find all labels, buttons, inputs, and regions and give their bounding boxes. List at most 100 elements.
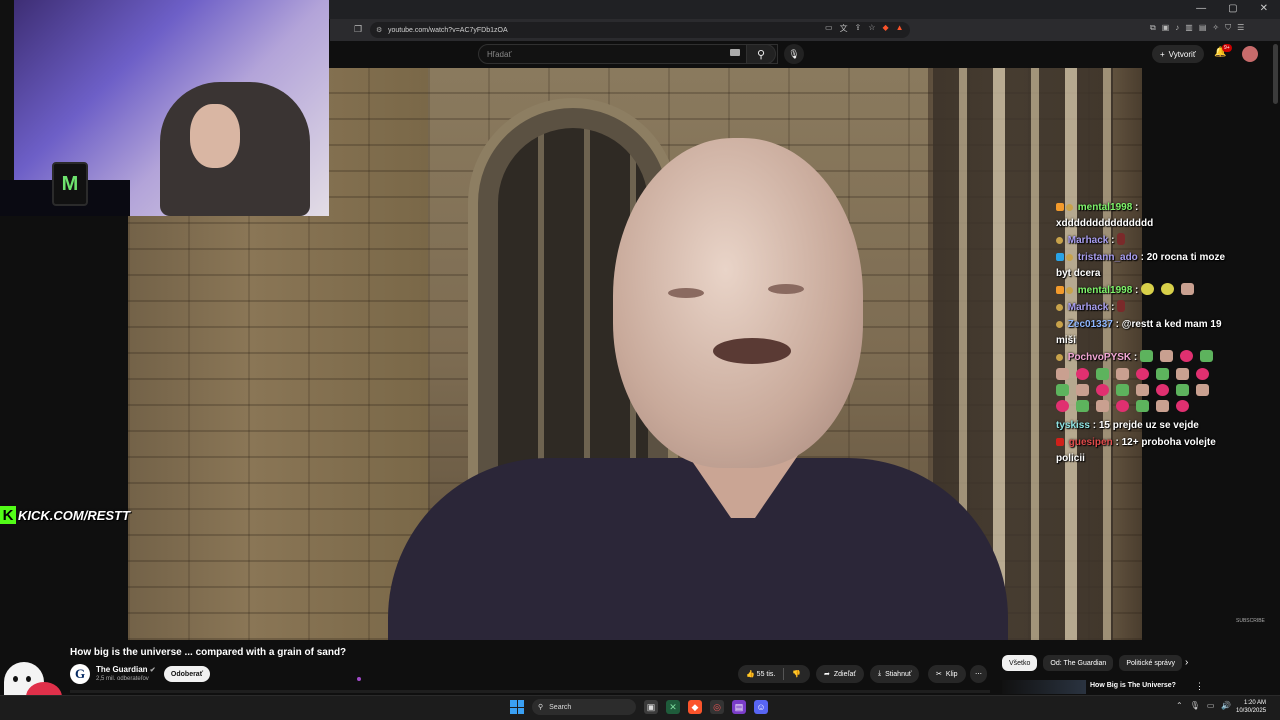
extension-icon[interactable]: ▣ xyxy=(1162,23,1170,33)
thumbs-down-icon: 👎 xyxy=(792,671,802,678)
subscribe-button[interactable]: Odoberať xyxy=(164,666,210,682)
emote-icon xyxy=(1116,384,1129,396)
maximize-button[interactable]: ▢ xyxy=(1228,3,1237,14)
twitch-icon[interactable]: ▤ xyxy=(732,700,746,714)
taskbar-clock[interactable]: 1:20 AM 10/30/2025 xyxy=(1236,699,1266,715)
chat-message: Zec01337 : @restt a ked mam 19 miši xyxy=(1056,319,1222,346)
chat-username: Zec01337 xyxy=(1067,319,1113,330)
keyboard-icon[interactable] xyxy=(730,49,740,56)
taskbar-search[interactable]: ⚲ Search xyxy=(532,699,636,715)
recommendation-menu-icon[interactable]: ⋮ xyxy=(1195,681,1204,692)
close-button[interactable]: ✕ xyxy=(1260,3,1268,14)
stream-left-pane xyxy=(0,216,128,640)
channel-name[interactable]: The Guardian ✔ xyxy=(96,665,156,674)
voice-search-button[interactable]: 🎙 xyxy=(784,44,804,64)
like-button[interactable]: 👍 55 tis. xyxy=(746,670,775,678)
dislike-button[interactable]: 👎 xyxy=(792,670,801,678)
share-icon[interactable]: ⇪ xyxy=(855,23,862,34)
monster-logo-icon: M xyxy=(52,162,88,206)
search-button[interactable]: ⚲ xyxy=(746,44,776,64)
channel-name-text: The Guardian xyxy=(96,665,148,674)
more-actions-button[interactable]: ⋯ xyxy=(970,665,987,683)
brave-shields-icon[interactable]: ◆ xyxy=(882,23,888,34)
microphone-icon: 🎙 xyxy=(788,48,800,59)
filter-chip-all[interactable]: Všetko xyxy=(1002,655,1038,671)
chevron-right-icon[interactable]: › xyxy=(1185,657,1188,668)
chat-username: Marhack xyxy=(1067,235,1109,246)
download-button[interactable]: ⤓ Stiahnuť xyxy=(870,665,920,683)
chevron-up-icon[interactable]: ⌃ xyxy=(1176,701,1183,710)
network-icon[interactable]: ▭ xyxy=(1207,701,1215,710)
volume-icon[interactable]: 🔊 xyxy=(1221,701,1231,710)
discord-icon[interactable]: ☺ xyxy=(754,700,768,714)
chat-badge-icon xyxy=(1066,204,1073,211)
site-info-icon[interactable]: ⚙ xyxy=(376,26,382,34)
minimize-button[interactable]: — xyxy=(1196,3,1206,14)
brave-browser-icon[interactable]: ◆ xyxy=(688,700,702,714)
chat-badge-icon xyxy=(1056,304,1063,311)
search-icon: ⚲ xyxy=(756,48,766,61)
cast-icon[interactable]: ▭ xyxy=(825,23,833,34)
windows-start-icon[interactable] xyxy=(510,700,524,714)
brave-rewards-icon[interactable]: ▲ xyxy=(896,23,904,34)
emote-icon xyxy=(1096,368,1109,380)
extension-icon[interactable]: ⧉ xyxy=(1150,23,1156,33)
recommendation-title[interactable]: How Big is The Universe? xyxy=(1090,682,1176,689)
menu-icon[interactable]: ☰ xyxy=(1237,23,1244,33)
app-icon[interactable]: ◎ xyxy=(710,700,724,714)
chat-message: mental1998 : xyxy=(1056,283,1226,299)
chat-message: PochvoPYSK : xyxy=(1056,350,1226,416)
emote-icon xyxy=(1136,368,1149,380)
microphone-icon[interactable]: 🎙 xyxy=(1190,701,1200,710)
chat-badge-icon xyxy=(1056,253,1064,261)
search-icon: ⚲ xyxy=(538,704,544,711)
leo-icon[interactable]: ✧ xyxy=(1212,23,1219,33)
window-controls: — ▢ ✕ xyxy=(1196,3,1268,14)
url-text: youtube.com/watch?v=AC7yFDb1zOA xyxy=(388,26,508,34)
clip-label: Klip xyxy=(945,670,958,678)
share-button[interactable]: ➦ Zdieľať xyxy=(816,665,865,683)
chat-badge-icon xyxy=(1056,438,1064,446)
horizontal-scrollbar[interactable] xyxy=(70,690,990,693)
chat-username: Marhack xyxy=(1067,302,1109,313)
verified-check-icon: ✔ xyxy=(149,667,156,674)
xbox-icon[interactable]: ✕ xyxy=(666,700,680,714)
bookmark-icon[interactable]: ❐ xyxy=(354,24,362,35)
wallet-icon[interactable]: ▤ xyxy=(1199,23,1207,33)
vpn-icon[interactable]: ⛉ xyxy=(1225,23,1231,33)
account-avatar[interactable] xyxy=(1242,46,1258,62)
video-title: How big is the universe ... compared wit… xyxy=(70,647,347,658)
notifications-badge: 9+ xyxy=(1222,44,1232,52)
recommendation-thumbnail[interactable] xyxy=(1002,680,1086,694)
music-icon[interactable]: ♪ xyxy=(1175,23,1179,33)
create-button[interactable]: + Vytvoriť xyxy=(1152,45,1204,63)
star-icon[interactable]: ☆ xyxy=(868,23,875,34)
sidebar-icon[interactable]: ▥ xyxy=(1185,23,1193,33)
scissors-icon: ✂ xyxy=(936,671,942,678)
emote-icon xyxy=(1200,350,1214,362)
channel-avatar[interactable]: G xyxy=(70,664,90,684)
chat-username: mental1998 xyxy=(1077,285,1133,296)
emote-icon xyxy=(1117,233,1126,245)
page-scrollbar[interactable] xyxy=(1273,44,1278,104)
task-view-icon[interactable]: ▣ xyxy=(644,700,658,714)
chat-badge-icon xyxy=(1056,203,1064,211)
chat-badge-icon xyxy=(1056,286,1064,294)
chat-username: tristann_ado xyxy=(1077,252,1138,263)
clip-button[interactable]: ✂ Klip xyxy=(928,665,966,683)
stream-chat-overlay: mental1998 : xddddddddddddddd Marhack : … xyxy=(1056,200,1226,468)
subscribe-watermark[interactable]: SUBSCRIBE xyxy=(1236,618,1265,624)
recommendation-filters: Všetko Od: The Guardian Politické správy xyxy=(1002,655,1182,671)
filter-chip-channel[interactable]: Od: The Guardian xyxy=(1043,655,1114,671)
translate-icon[interactable]: 文 xyxy=(840,23,848,34)
filter-chip-politics[interactable]: Politické správy xyxy=(1119,655,1182,671)
share-label: Zdieľať xyxy=(833,670,857,678)
emote-icon xyxy=(1176,368,1189,380)
emote-icon xyxy=(1056,368,1069,380)
emote-icon xyxy=(1161,283,1175,295)
thumbs-up-icon: 👍 xyxy=(746,671,755,678)
emote-icon xyxy=(1180,350,1194,362)
kick-url: KICK.COM/RESTT xyxy=(18,507,130,523)
emote-icon xyxy=(1176,384,1189,396)
streamer-face xyxy=(190,104,240,168)
